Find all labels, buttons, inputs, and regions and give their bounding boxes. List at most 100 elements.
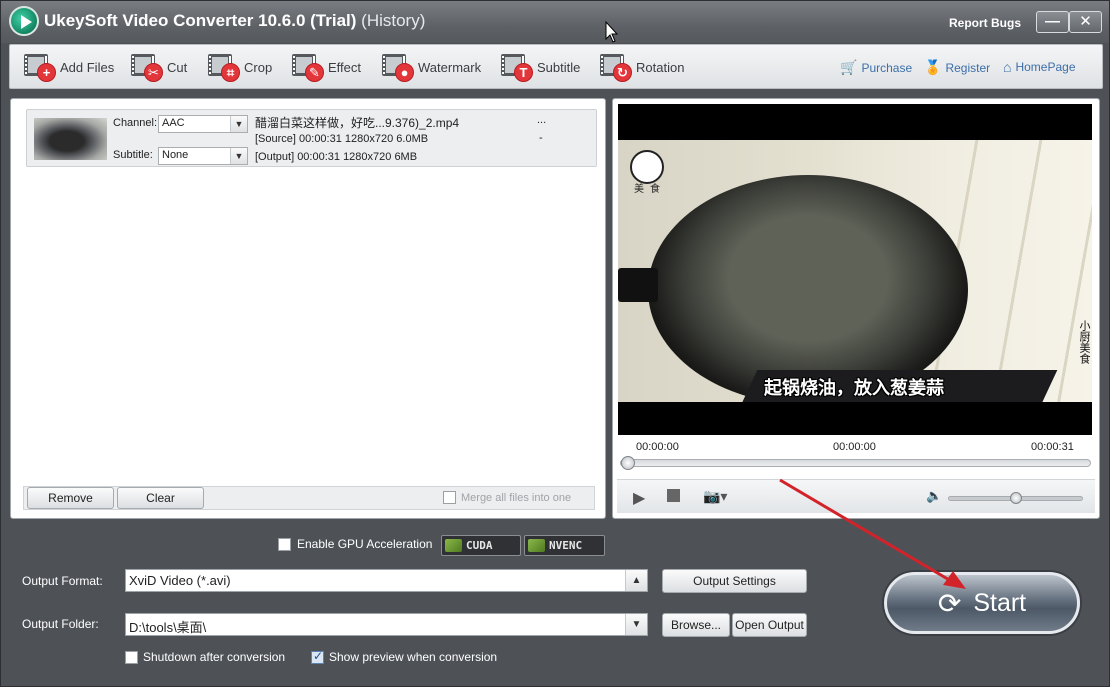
output-folder-input[interactable]: D:\tools\桌面\ ▼	[125, 613, 648, 636]
app-window: UkeySoft Video Converter 10.6.0 (Trial) …	[0, 0, 1110, 687]
app-logo-icon	[9, 6, 39, 36]
shutdown-option[interactable]: Shutdown after conversion	[125, 650, 285, 664]
cart-icon: 🛒	[840, 59, 858, 75]
watermark-button[interactable]: ● Watermark	[382, 53, 482, 82]
shutdown-checkbox[interactable]	[125, 650, 138, 664]
text-t-icon: T	[501, 53, 533, 82]
gpu-checkbox[interactable]	[278, 537, 291, 551]
volume-handle[interactable]	[1009, 492, 1022, 504]
rotate-icon: ↻	[600, 53, 632, 82]
subtitle-value: None	[162, 149, 189, 161]
channel-value: AAC	[162, 117, 185, 129]
refresh-convert-icon: ⟳	[937, 587, 962, 619]
show-preview-label: Show preview when conversion	[329, 650, 498, 664]
merge-label: Merge all files into one	[461, 491, 572, 504]
browse-button[interactable]: Browse...	[662, 613, 730, 637]
file-status: -	[539, 132, 543, 144]
minimize-button[interactable]: —	[1036, 11, 1069, 33]
file-list-footer: Remove Clear Merge all files into one	[23, 486, 595, 510]
shutdown-label: Shutdown after conversion	[143, 650, 286, 664]
channel-label: Channel:	[113, 117, 158, 129]
ribbon-award-icon: 🏅	[924, 59, 942, 75]
nvenc-badge: NVENC	[524, 535, 605, 556]
rotation-button[interactable]: ↻ Rotation	[600, 53, 685, 82]
play-icon[interactable]: ▶	[633, 488, 645, 508]
output-settings-button[interactable]: Output Settings	[662, 569, 807, 593]
crop-icon: ⌗	[208, 53, 240, 82]
rotation-label: Rotation	[636, 59, 685, 75]
gpu-acceleration-option[interactable]: Enable GPU Acceleration	[278, 537, 432, 551]
output-folder-value: D:\tools\桌面\	[129, 620, 207, 635]
file-list-item[interactable]: Channel: AAC ▼ Subtitle: None ▼ 醋溜白菜这样做，…	[26, 109, 597, 167]
player-controls: ▶ 📷▾ 🔈	[617, 479, 1095, 513]
video-thumbnail	[34, 118, 107, 160]
start-button[interactable]: ⟳ Start	[884, 572, 1080, 634]
camera-snapshot-icon[interactable]: 📷▾	[703, 488, 727, 505]
report-bugs-link[interactable]: Report Bugs	[949, 16, 1021, 30]
toolbar: + Add Files ✂ Cut ⌗ Crop ✎ Effect ● Wate…	[9, 44, 1103, 89]
show-preview-option[interactable]: Show preview when conversion	[311, 649, 498, 664]
chevron-down-icon: ▼	[230, 148, 247, 164]
time-current: 00:00:00	[833, 441, 876, 453]
nvenc-label: NVENC	[549, 539, 583, 552]
open-output-button[interactable]: Open Output	[732, 613, 807, 637]
show-preview-checkbox[interactable]	[311, 649, 324, 664]
cuda-label: CUDA	[466, 539, 493, 552]
time-end: 00:00:31	[1031, 441, 1074, 453]
merge-files-option[interactable]: Merge all files into one	[443, 491, 571, 504]
volume-slider[interactable]	[948, 492, 1083, 504]
register-link[interactable]: 🏅 Register	[924, 59, 990, 76]
chevron-down-icon: ▼	[230, 116, 247, 132]
purchase-link[interactable]: 🛒 Purchase	[840, 59, 912, 76]
watermark-small-text: 美食	[634, 184, 666, 195]
subtitle-label-text: Subtitle:	[113, 149, 153, 161]
stop-icon[interactable]	[667, 489, 680, 502]
video-preview[interactable]: 美食 小厨美食 起锅烧油，放入葱姜蒜	[618, 104, 1092, 435]
time-start: 00:00:00	[636, 441, 679, 453]
droplet-icon: ●	[382, 53, 414, 82]
crop-label: Crop	[244, 59, 273, 75]
home-icon: ⌂	[1003, 59, 1012, 75]
file-list-panel: Channel: AAC ▼ Subtitle: None ▼ 醋溜白菜这样做，…	[10, 98, 606, 519]
remove-button[interactable]: Remove	[27, 487, 114, 509]
effect-label: Effect	[328, 59, 362, 75]
add-files-icon: +	[24, 53, 56, 82]
add-files-button[interactable]: + Add Files	[24, 53, 115, 82]
crop-button[interactable]: ⌗ Crop	[208, 53, 273, 82]
title-bar: UkeySoft Video Converter 10.6.0 (Trial) …	[1, 1, 1109, 43]
subtitle-button[interactable]: T Subtitle	[501, 53, 581, 82]
seek-handle[interactable]	[621, 456, 635, 470]
close-button[interactable]: ✕	[1069, 11, 1102, 33]
output-format-label: Output Format:	[22, 574, 103, 588]
merge-checkbox[interactable]	[443, 491, 456, 504]
subtitle-select[interactable]: None ▼	[158, 147, 248, 165]
video-caption: 起锅烧油，放入葱姜蒜	[764, 378, 944, 398]
file-name: 醋溜白菜这样做，好吃...9.376)_2.mp4	[255, 116, 460, 130]
clear-button[interactable]: Clear	[117, 487, 204, 509]
output-format-select[interactable]: XviD Video (*.avi) ▲	[125, 569, 648, 592]
more-options[interactable]: ...	[537, 114, 546, 126]
video-frame: 美食 小厨美食 起锅烧油，放入葱姜蒜	[618, 140, 1092, 402]
watermark-label: Watermark	[418, 59, 482, 75]
subtitle-label: Subtitle	[537, 59, 581, 75]
effect-button[interactable]: ✎ Effect	[292, 53, 362, 82]
window-title: UkeySoft Video Converter 10.6.0 (Trial) …	[44, 11, 425, 31]
output-info: [Output] 00:00:31 1280x720 6MB	[255, 151, 418, 163]
cut-button[interactable]: ✂ Cut	[131, 53, 187, 82]
start-label: Start	[973, 588, 1027, 617]
homepage-link[interactable]: ⌂ HomePage	[1003, 59, 1076, 75]
chevron-down-icon: ▼	[625, 614, 647, 635]
scissors-icon: ✂	[131, 53, 163, 82]
gpu-label: Enable GPU Acceleration	[297, 537, 433, 551]
watermark-vertical-text: 小厨美食	[1078, 320, 1090, 364]
frying-pan-image	[648, 175, 968, 402]
channel-select[interactable]: AAC ▼	[158, 115, 248, 133]
chevron-up-icon: ▲	[625, 570, 647, 591]
title-main: UkeySoft Video Converter 10.6.0 (Trial)	[44, 11, 357, 30]
purchase-label: Purchase	[861, 60, 913, 75]
add-files-label: Add Files	[60, 59, 115, 75]
homepage-label: HomePage	[1015, 60, 1076, 74]
volume-icon[interactable]: 🔈	[926, 488, 942, 504]
output-format-value: XviD Video (*.avi)	[129, 573, 231, 588]
seek-slider[interactable]	[620, 456, 1091, 470]
